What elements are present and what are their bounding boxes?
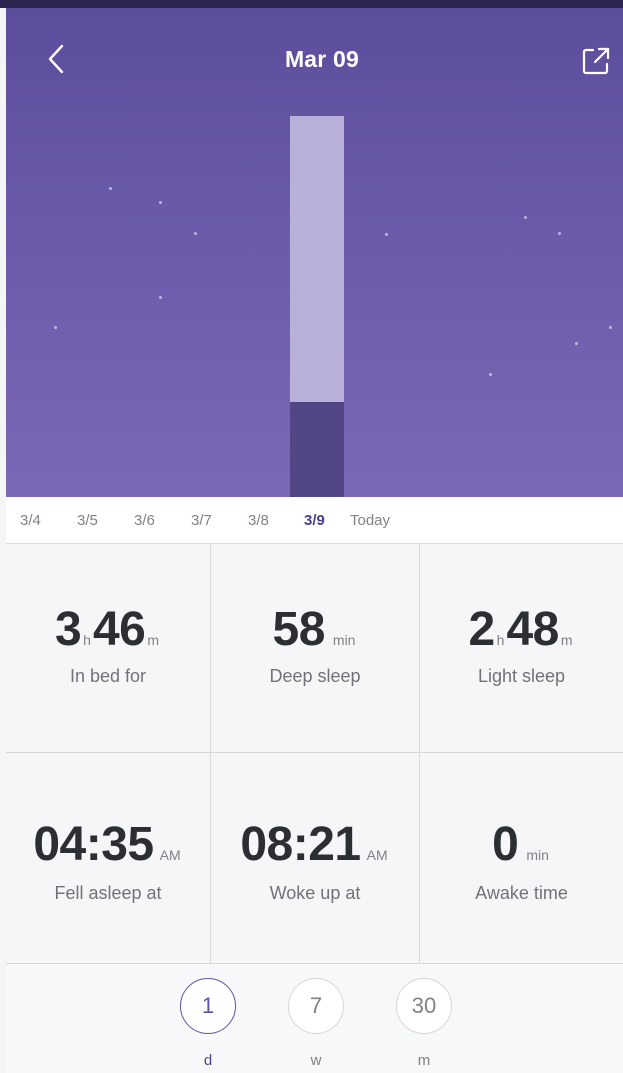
sleep-detail-screen: Mar 09 3/4 3/5 3/6 3/7 3/8 3/9 Today 3 h4… [0,0,623,1073]
date-3-7[interactable]: 3/7 [191,512,212,529]
date-3-8[interactable]: 3/8 [248,512,269,529]
deep-sleep-value: 58 [272,603,326,656]
awake-time-label: Awake time [475,883,568,903]
star-decoration [159,296,162,299]
in-bed-stat: 3 h46 m In bed for [6,544,211,753]
period-selector: 1 d 7 w 30 m [6,964,623,1073]
period-month-button[interactable]: 30 [396,978,452,1034]
share-button[interactable] [581,46,611,76]
light-sleep-hours: 2 [468,603,495,656]
deep-sleep-unit: min [332,632,356,648]
period-month-label: m [417,1052,431,1069]
date-3-9[interactable]: 3/9 [304,512,325,529]
fell-asleep-time: 04:35 [33,818,154,871]
light-sleep-stat: 2 h48 m Light sleep [420,544,623,753]
light-sleep-minutes: 48 [506,603,559,656]
share-external-icon [582,47,610,75]
date-selector: 3/4 3/5 3/6 3/7 3/8 3/9 Today [6,497,623,544]
woke-up-stat: 08:21 AM Woke up at [211,753,420,964]
star-decoration [524,216,527,219]
star-decoration [385,233,388,236]
awake-time-stat: 0 min Awake time [420,753,623,964]
period-week-button[interactable]: 7 [288,978,344,1034]
in-bed-hours: 3 [54,603,82,656]
awake-time-unit: min [526,847,549,863]
star-decoration [54,326,57,329]
star-decoration [558,232,561,235]
star-decoration [159,201,162,204]
deep-sleep-stat: 58 min Deep sleep [211,544,420,753]
star-decoration [489,373,492,376]
back-button[interactable] [44,42,70,76]
star-decoration [194,232,197,235]
period-week-label: w [310,1052,322,1069]
sleep-stats-grid: 3 h46 m In bed for 58 min Deep sleep 2 h48 m … [6,544,623,964]
fell-asleep-ampm: AM [159,847,181,863]
page-title: Mar 09 [284,46,360,72]
star-decoration [109,187,112,190]
date-3-4[interactable]: 3/4 [20,512,41,529]
hours-unit: h [83,632,91,648]
light-sleep-label: Light sleep [477,666,566,686]
deep-sleep-label: Deep sleep [269,666,361,686]
sleep-bar[interactable] [290,116,344,497]
light-sleep-segment [290,116,344,402]
date-3-5[interactable]: 3/5 [77,512,98,529]
woke-up-label: Woke up at [269,883,361,903]
period-day-label: d [203,1052,213,1069]
fell-asleep-stat: 04:35 AM Fell asleep at [6,753,211,964]
in-bed-label: In bed for [69,666,147,686]
awake-time-value: 0 [492,818,519,871]
minutes-unit: m [147,632,160,648]
star-decoration [575,342,578,345]
date-today[interactable]: Today [350,512,390,529]
in-bed-minutes: 46 [92,603,146,656]
date-3-6[interactable]: 3/6 [134,512,155,529]
deep-sleep-segment [290,402,344,497]
hours-unit: h [496,632,505,648]
woke-up-ampm: AM [366,847,388,863]
chevron-left-icon [48,44,64,74]
woke-up-time: 08:21 [240,818,361,871]
status-bar-edge [0,0,623,8]
star-decoration [609,326,612,329]
fell-asleep-label: Fell asleep at [54,883,162,903]
minutes-unit: m [560,632,573,648]
period-day-button[interactable]: 1 [180,978,236,1034]
